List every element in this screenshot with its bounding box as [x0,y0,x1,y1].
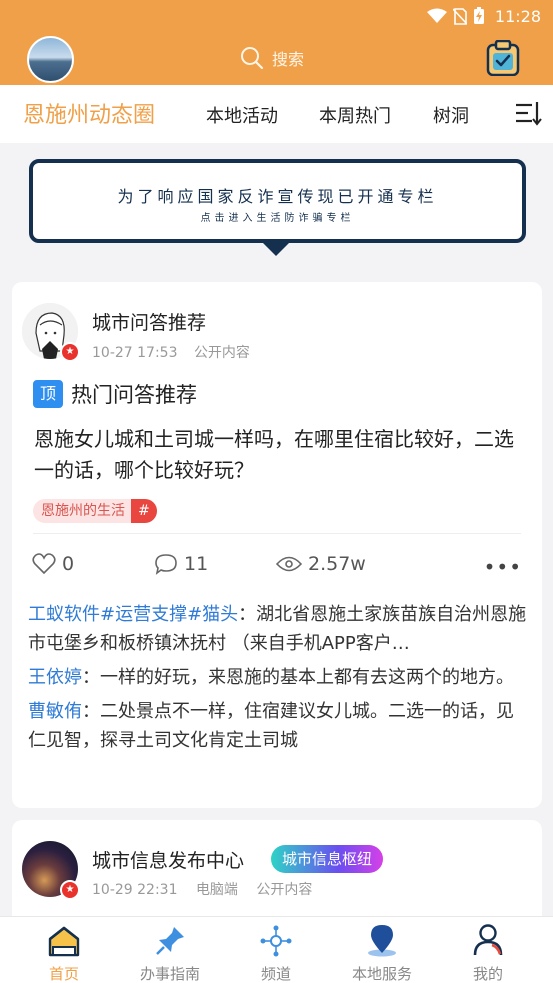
user-avatar[interactable] [27,36,74,83]
post-time: 10-29 22:31 [92,882,178,898]
profile-icon [473,924,503,956]
pinned-badge: 顶 [33,380,63,408]
wifi-icon [426,8,447,23]
channel-tabs: 恩施州动态圈 本地活动 本周热门 树洞 [0,85,553,143]
post-actions: 0 11 2.57w ••• [32,553,522,583]
pinned-title: 热门问答推荐 [71,383,197,407]
battery-charging-icon [473,7,484,24]
nav-channel[interactable]: 频道 [231,923,321,983]
post-visibility: 公开内容 [256,882,313,898]
topic-hash: # [131,499,157,523]
view-count: 2.57w [308,553,366,575]
post-meta: 10-29 22:31 电脑端 公开内容 [92,879,326,899]
anti-fraud-banner[interactable]: 为了响应国家反诈宣传现已开通专栏 点击进入生活防诈骗专栏 [29,159,526,243]
tab-tree-hole[interactable]: 树洞 [433,102,469,128]
nav-guide-label: 办事指南 [139,965,200,983]
comment-button[interactable]: 11 [154,553,208,575]
sort-menu-icon[interactable] [514,99,542,127]
comment-list: 工蚁软件#运营支撑#猫头：湖北省恩施土家族苗族自治州恩施市屯堡乡和板桥镇沐抚村 … [28,600,528,760]
no-sim-icon [452,7,467,25]
network-icon [260,925,292,957]
like-button[interactable]: 0 [32,553,74,575]
banner-title: 为了响应国家反诈宣传现已开通专栏 [117,187,438,206]
author-badge: 城市信息枢纽 [271,845,384,873]
comment-icon [155,554,177,575]
verified-star-icon: ★ [60,342,80,362]
divider [33,533,521,534]
post-visibility: 公开内容 [193,345,250,361]
status-time: 11:28 [494,6,541,26]
search-bar[interactable]: 搜索 [240,44,304,72]
bottom-nav: 首页 办事指南 频道 本地服务 我的 [0,916,553,983]
post-author[interactable]: 城市问答推荐 [92,308,206,335]
nav-me[interactable]: 我的 [443,923,533,983]
nav-local-service[interactable]: 本地服务 [337,923,427,983]
status-bar: 11:28 [426,4,541,28]
pinned-title-row: 顶 热门问答推荐 [33,379,197,409]
comment-count: 11 [184,553,209,575]
more-options-icon[interactable]: ••• [484,555,522,579]
nav-home-label: 首页 [48,965,79,983]
comment-text: 二处景点不一样，住宿建议女儿城。二选一的话，见仁见智，探寻土司文化肯定土司城 [28,701,514,751]
topic-tag[interactable]: 恩施州的生活 # [33,499,157,523]
comment-user[interactable]: 曹敏侑 [28,701,82,722]
tab-main-feed[interactable]: 恩施州动态圈 [23,97,155,129]
nav-local-service-label: 本地服务 [351,965,412,983]
post-author[interactable]: 城市信息发布中心 [92,846,244,873]
top-bar: 11:28 搜索 [0,0,553,85]
home-icon [48,926,80,957]
post-time: 10-27 17:53 [92,345,178,361]
post-source: 电脑端 [195,882,238,898]
comment-item[interactable]: 曹敏侑：二处景点不一样，住宿建议女儿城。二选一的话，见仁见智，探寻土司文化肯定土… [28,697,528,755]
topic-tag-label: 恩施州的生活 [33,499,131,523]
post-card[interactable]: ★ 城市问答推荐 10-27 17:53 公开内容 顶 热门问答推荐 恩施女儿城… [12,282,542,808]
nav-guide[interactable]: 办事指南 [125,923,215,983]
banner-subtitle: 点击进入生活防诈骗专栏 [200,213,355,224]
tab-local-events[interactable]: 本地活动 [206,102,278,128]
nav-home[interactable]: 首页 [19,923,109,983]
comment-sep: ： [82,701,100,722]
comment-sep: ： [238,604,257,625]
comment-item[interactable]: 工蚁软件#运营支撑#猫头：湖北省恩施土家族苗族自治州恩施市屯堡乡和板桥镇沐抚村 … [28,600,528,658]
banner-pointer [262,242,290,256]
heart-icon [32,553,56,575]
location-icon [368,925,396,957]
like-count: 0 [62,553,75,575]
comment-user[interactable]: 王依婷 [28,667,82,688]
comment-text: 一样的好玩，来恩施的基本上都有去这两个的地方。 [100,667,514,688]
nav-me-label: 我的 [472,965,503,983]
comment-item[interactable]: 王依婷：一样的好玩，来恩施的基本上都有去这两个的地方。 [28,663,528,692]
pin-icon [156,927,184,955]
search-icon [241,47,264,70]
tab-weekly-hot[interactable]: 本周热门 [319,102,391,128]
eye-icon [276,556,302,572]
post-meta: 10-27 17:53 公开内容 [92,342,262,362]
verified-star-icon: ★ [60,880,80,900]
clipboard-check-icon[interactable] [486,40,520,76]
comment-sep: ： [82,667,100,688]
search-placeholder: 搜索 [272,50,305,69]
post-body[interactable]: 恩施女儿城和土司城一样吗，在哪里住宿比较好，二选一的话，哪个比较好玩？ [34,424,526,486]
views-stat: 2.57w [276,553,366,575]
comment-user[interactable]: 工蚁软件#运营支撑#猫头 [28,604,238,625]
nav-channel-label: 频道 [260,965,291,983]
